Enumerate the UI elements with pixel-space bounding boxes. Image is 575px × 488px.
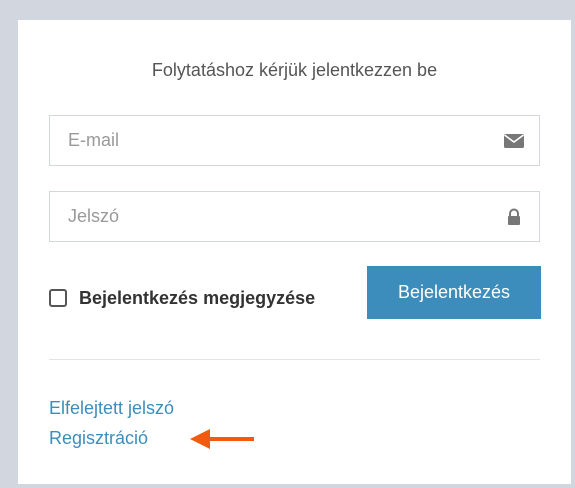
remember-me-checkbox[interactable] [49,289,67,307]
divider [49,359,540,360]
login-button[interactable]: Bejelentkezés [367,266,541,319]
lock-icon [503,207,525,227]
register-link[interactable]: Regisztráció [49,428,148,449]
password-field-wrapper [49,191,540,242]
envelope-icon [503,131,525,151]
password-field[interactable] [50,192,490,241]
remember-me[interactable]: Bejelentkezés megjegyzése [49,286,315,310]
email-field-wrapper [49,115,540,166]
login-subtitle: Folytatáshoz kérjük jelentkezzen be [151,60,438,80]
email-field[interactable] [50,116,490,165]
login-card: Folytatáshoz kérjük jelentkezzen be Beje… [18,20,571,484]
arrow-left-icon [190,429,254,449]
forgot-password-link[interactable]: Elfelejtett jelszó [49,398,174,419]
remember-me-label: Bejelentkezés megjegyzése [79,287,316,308]
